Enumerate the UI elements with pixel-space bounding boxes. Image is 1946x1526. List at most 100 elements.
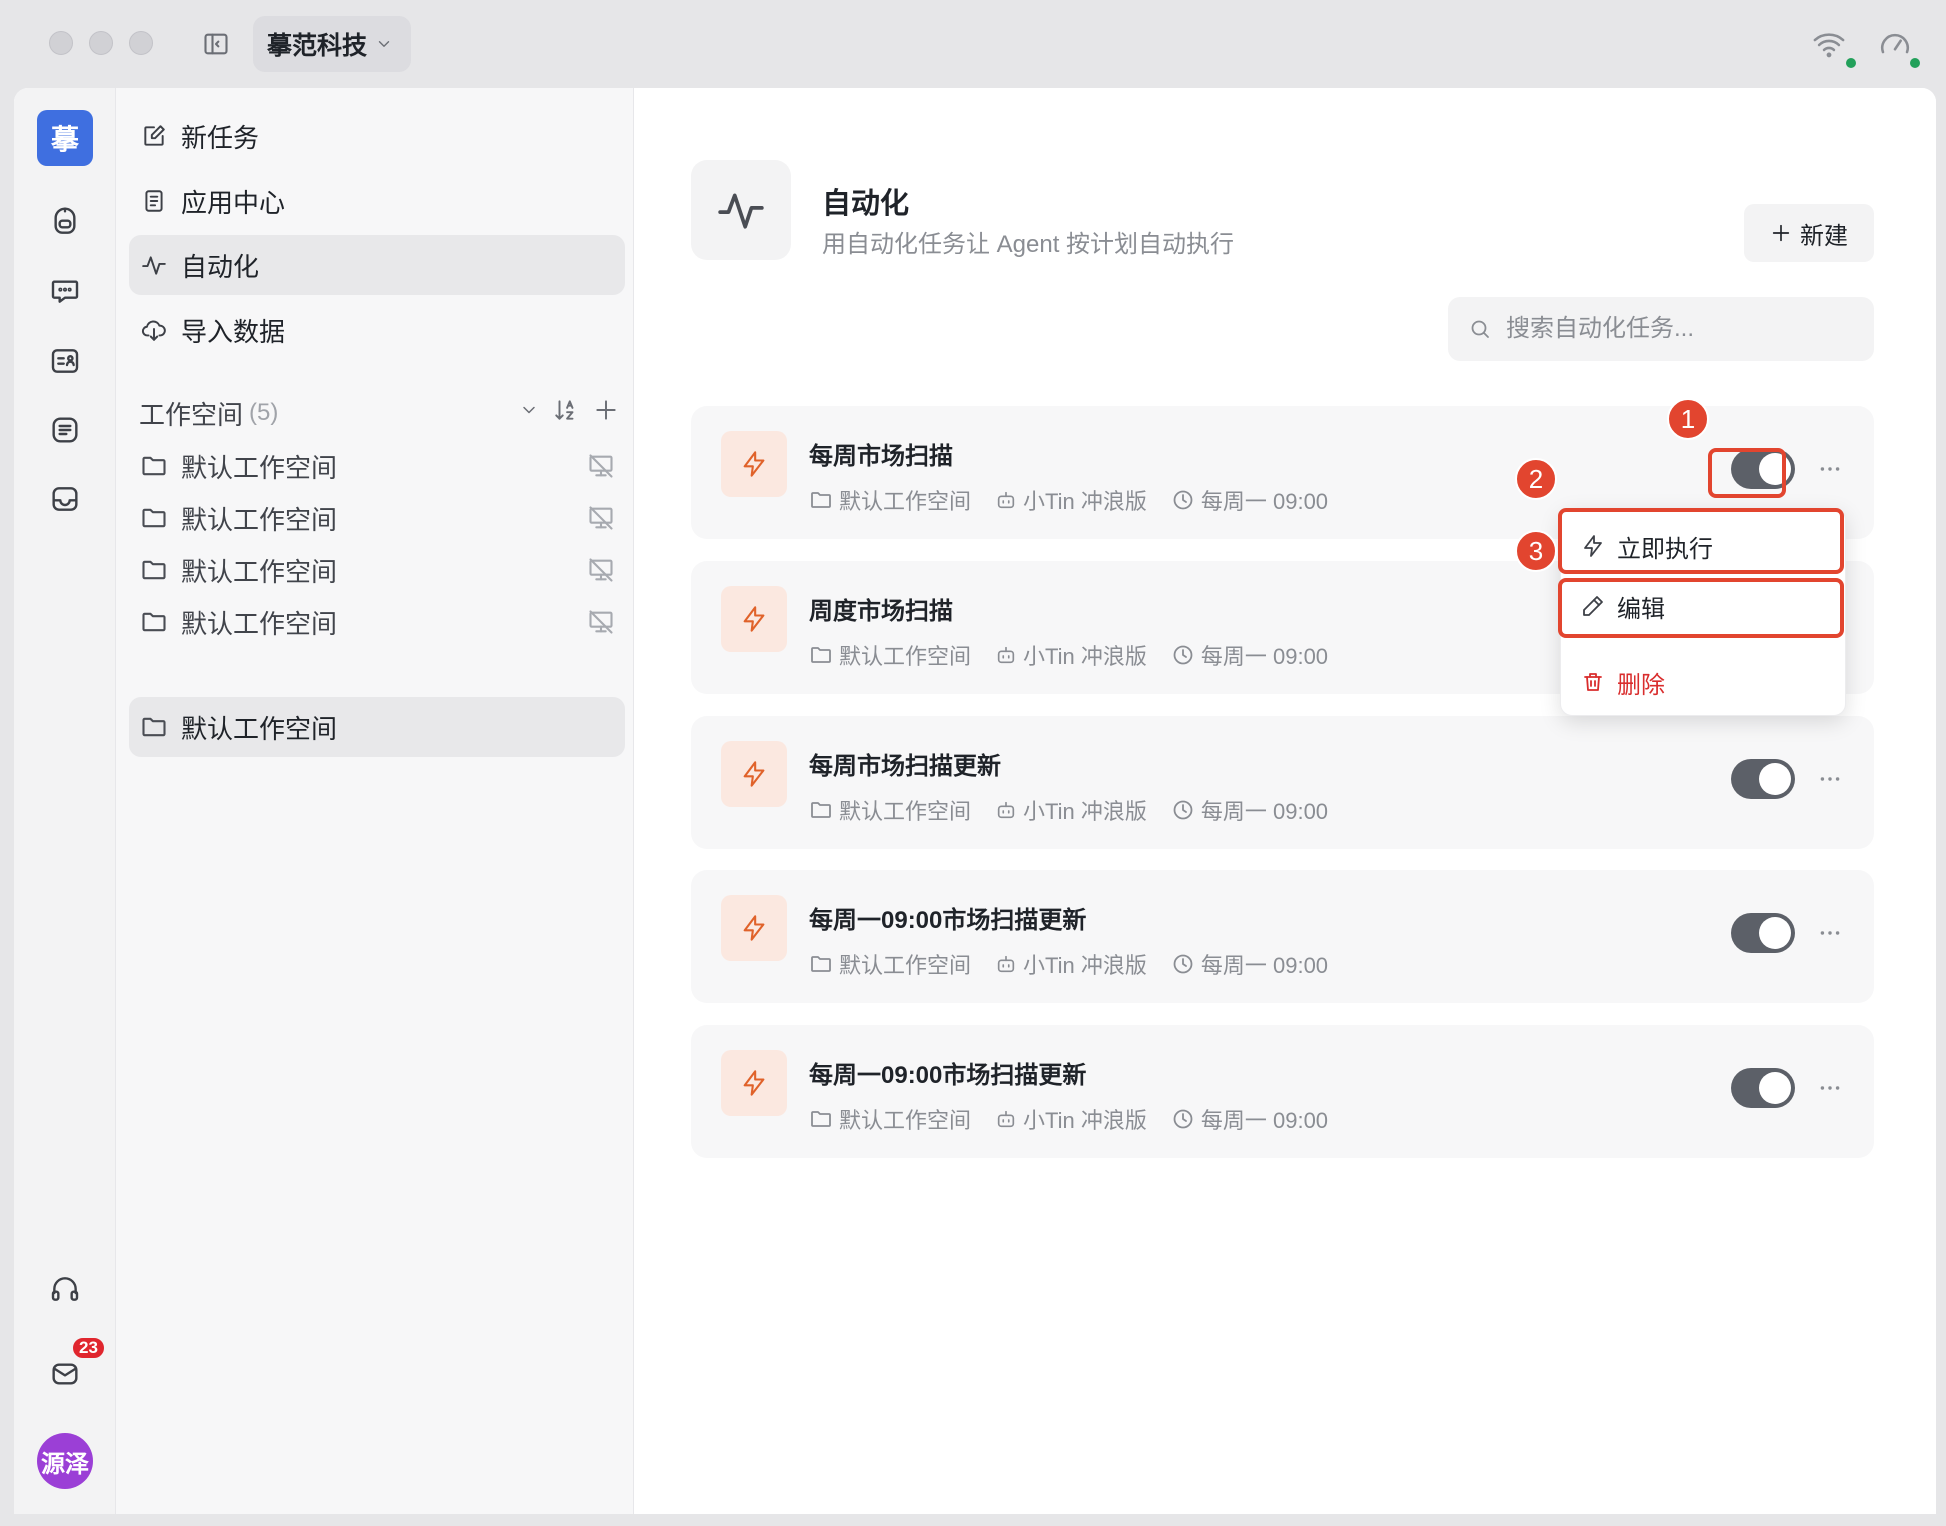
- workspace-item[interactable]: 默认工作空间: [129, 436, 625, 496]
- automation-workspace: 默认工作空间: [839, 799, 972, 824]
- run-now-highlight: [1558, 508, 1844, 574]
- performance-status[interactable]: [1878, 28, 1912, 62]
- user-avatar[interactable]: 源泽: [37, 1433, 93, 1489]
- chevron-down-icon[interactable]: [519, 400, 539, 420]
- chat-icon: [49, 275, 81, 307]
- workspace-item[interactable]: 默认工作空间: [129, 697, 625, 757]
- nav-item-label: 自动化: [181, 251, 260, 282]
- rail-inbox-button[interactable]: [47, 481, 83, 517]
- automation-title: 周度市场扫描: [809, 598, 953, 625]
- automation-title: 每周市场扫描更新: [809, 753, 1001, 780]
- more-options-icon[interactable]: [1815, 764, 1845, 794]
- automation-agent: 小Tin 冲浪版: [1023, 953, 1147, 978]
- automation-meta: 默认工作空间 小Tin 冲浪版 每周一 09:00: [809, 639, 1352, 671]
- automation-agent: 小Tin 冲浪版: [1023, 644, 1147, 669]
- rail-support-button[interactable]: [47, 1271, 83, 1307]
- window-close-button[interactable]: [49, 31, 73, 55]
- workspace-item[interactable]: 默认工作空间: [129, 540, 625, 600]
- main-content: 自动化 用自动化任务让 Agent 按计划自动执行 新建 每周市场扫描 默认工作…: [634, 88, 1936, 1514]
- step-marker-1: 1: [1667, 398, 1709, 440]
- rail-mail-button[interactable]: [47, 1356, 83, 1392]
- automation-agent: 小Tin 冲浪版: [1023, 799, 1147, 824]
- rail-contacts-button[interactable]: [47, 343, 83, 379]
- automation-workspace: 默认工作空间: [839, 953, 972, 978]
- add-workspace-icon[interactable]: [593, 397, 619, 423]
- step-marker-2: 2: [1515, 458, 1557, 500]
- wifi-status[interactable]: [1812, 28, 1846, 62]
- workspace-item[interactable]: 默认工作空间: [129, 488, 625, 548]
- search-input[interactable]: [1506, 315, 1846, 343]
- folder-icon: [809, 643, 833, 667]
- automation-title: 每周一09:00市场扫描更新: [809, 1062, 1087, 1089]
- delete-menu-item[interactable]: 删除: [1569, 655, 1839, 709]
- toggle-highlight: [1708, 448, 1786, 498]
- more-options-icon[interactable]: [1815, 454, 1845, 484]
- nav-item-label: 导入数据: [181, 316, 286, 347]
- workspace-section-header: 工作空间 (5): [139, 393, 625, 433]
- bolt-icon: [721, 431, 787, 497]
- speedometer-icon: [1878, 28, 1912, 62]
- automation-schedule: 每周一 09:00: [1200, 799, 1329, 824]
- title-bar: 摹范科技: [0, 0, 1946, 88]
- robot-icon: [49, 206, 81, 238]
- automation-card[interactable]: 每周市场扫描更新 默认工作空间 小Tin 冲浪版 每周一 09:00: [691, 716, 1874, 849]
- robot-icon: [995, 1108, 1017, 1130]
- automation-meta: 默认工作空间 小Tin 冲浪版 每周一 09:00: [809, 484, 1352, 516]
- automation-schedule: 每周一 09:00: [1200, 953, 1329, 978]
- automation-card[interactable]: 每周一09:00市场扫描更新 默认工作空间 小Tin 冲浪版 每周一 09:00: [691, 870, 1874, 1003]
- automation-agent: 小Tin 冲浪版: [1023, 489, 1147, 514]
- rail-agents-button[interactable]: [47, 204, 83, 240]
- workspace-item[interactable]: 默认工作空间: [129, 592, 625, 652]
- edit-highlight: [1558, 578, 1844, 638]
- workspace-section-title: 工作空间: [139, 399, 244, 430]
- automation-agent: 小Tin 冲浪版: [1023, 1108, 1147, 1133]
- automation-enabled-toggle[interactable]: [1731, 913, 1795, 953]
- plus-icon: [1770, 222, 1792, 244]
- sidebar-toggle-button[interactable]: [198, 28, 234, 60]
- org-logo[interactable]: 摹: [37, 110, 93, 166]
- nav-item-new-task[interactable]: 新任务: [129, 106, 625, 166]
- automation-enabled-toggle[interactable]: [1731, 1068, 1795, 1108]
- window-zoom-button[interactable]: [129, 31, 153, 55]
- org-name: 摹范科技: [267, 32, 368, 60]
- automation-title: 每周市场扫描: [809, 443, 953, 470]
- org-switcher[interactable]: 摹范科技: [253, 16, 412, 72]
- headset-icon: [49, 1273, 81, 1305]
- bolt-icon: [721, 741, 787, 807]
- nav-item-app-center[interactable]: 应用中心: [129, 171, 625, 231]
- workspace-item-label: 默认工作空间: [181, 504, 338, 535]
- cloud-download-icon: [139, 315, 169, 345]
- automation-schedule: 每周一 09:00: [1200, 1108, 1329, 1133]
- folder-icon: [139, 712, 169, 742]
- workspace-item-label: 默认工作空间: [181, 713, 338, 744]
- wifi-status-dot: [1846, 58, 1856, 68]
- automation-title: 每周一09:00市场扫描更新: [809, 907, 1087, 934]
- more-options-icon[interactable]: [1815, 1073, 1845, 1103]
- bolt-icon: [721, 586, 787, 652]
- rail-chat-button[interactable]: [47, 273, 83, 309]
- page-subtitle: 用自动化任务让 Agent 按计划自动执行: [822, 231, 1235, 258]
- bolt-icon: [721, 895, 787, 961]
- clock-icon: [1171, 488, 1195, 512]
- robot-icon: [995, 489, 1017, 511]
- automation-enabled-toggle[interactable]: [1731, 759, 1795, 799]
- folder-icon: [139, 607, 169, 637]
- sort-az-icon[interactable]: [553, 397, 579, 423]
- performance-status-dot: [1910, 58, 1920, 68]
- nav-item-label: 应用中心: [181, 187, 286, 218]
- trash-icon: [1581, 670, 1605, 694]
- automation-meta: 默认工作空间 小Tin 冲浪版 每周一 09:00: [809, 1103, 1352, 1135]
- automation-meta: 默认工作空间 小Tin 冲浪版 每周一 09:00: [809, 948, 1352, 980]
- search-box: [1448, 297, 1874, 361]
- window-minimize-button[interactable]: [89, 31, 113, 55]
- automation-workspace: 默认工作空间: [839, 644, 972, 669]
- rail-notes-button[interactable]: [47, 412, 83, 448]
- more-options-icon[interactable]: [1815, 918, 1845, 948]
- automation-card[interactable]: 每周一09:00市场扫描更新 默认工作空间 小Tin 冲浪版 每周一 09:00: [691, 1025, 1874, 1158]
- clock-icon: [1171, 798, 1195, 822]
- nav-item-import-data[interactable]: 导入数据: [129, 300, 625, 360]
- nav-item-automation[interactable]: 自动化: [129, 235, 625, 295]
- monitor-off-icon: [587, 452, 615, 480]
- inbox-icon: [49, 483, 81, 515]
- new-automation-button[interactable]: 新建: [1744, 204, 1874, 262]
